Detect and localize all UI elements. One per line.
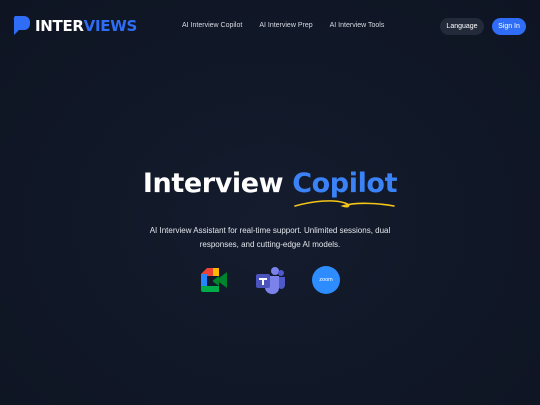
- brand-name-accent: VIEWS: [83, 17, 138, 35]
- nav-item-ai-interview-copilot[interactable]: AI Interview Copilot: [182, 22, 242, 29]
- language-button[interactable]: Language: [440, 18, 484, 35]
- microsoft-teams-icon: [256, 267, 285, 295]
- nav-item-ai-interview-tools[interactable]: AI Interview Tools: [330, 22, 385, 29]
- integrations-row: zoom: [0, 264, 540, 296]
- brand-name: INTERVIEWS: [35, 17, 137, 35]
- hero-subtitle: AI Interview Assistant for real-time sup…: [149, 226, 391, 249]
- google-meet-icon: [201, 268, 227, 292]
- zoom-label: zoom: [312, 266, 340, 294]
- hero-title-accent: Copilot: [292, 168, 398, 199]
- top-navigation-bar: INTERVIEWS AI Interview Copilot AI Inter…: [0, 0, 540, 54]
- brand-logo-link[interactable]: INTERVIEWS: [12, 15, 137, 37]
- hero-title-main: Interview: [142, 168, 293, 199]
- page: INTERVIEWS AI Interview Copilot AI Inter…: [0, 0, 540, 405]
- title-underline-swoosh: [294, 200, 395, 208]
- nav-item-ai-interview-prep[interactable]: AI Interview Prep: [259, 22, 312, 29]
- main-nav: AI Interview Copilot AI Interview Prep A…: [182, 22, 384, 29]
- zoom-icon: zoom: [310, 264, 342, 296]
- hero-title: Interview Copilot: [0, 168, 540, 199]
- chat-bubble-icon: [13, 16, 30, 35]
- sign-in-button[interactable]: Sign In: [492, 18, 526, 35]
- brand-name-main: INTER: [35, 17, 84, 35]
